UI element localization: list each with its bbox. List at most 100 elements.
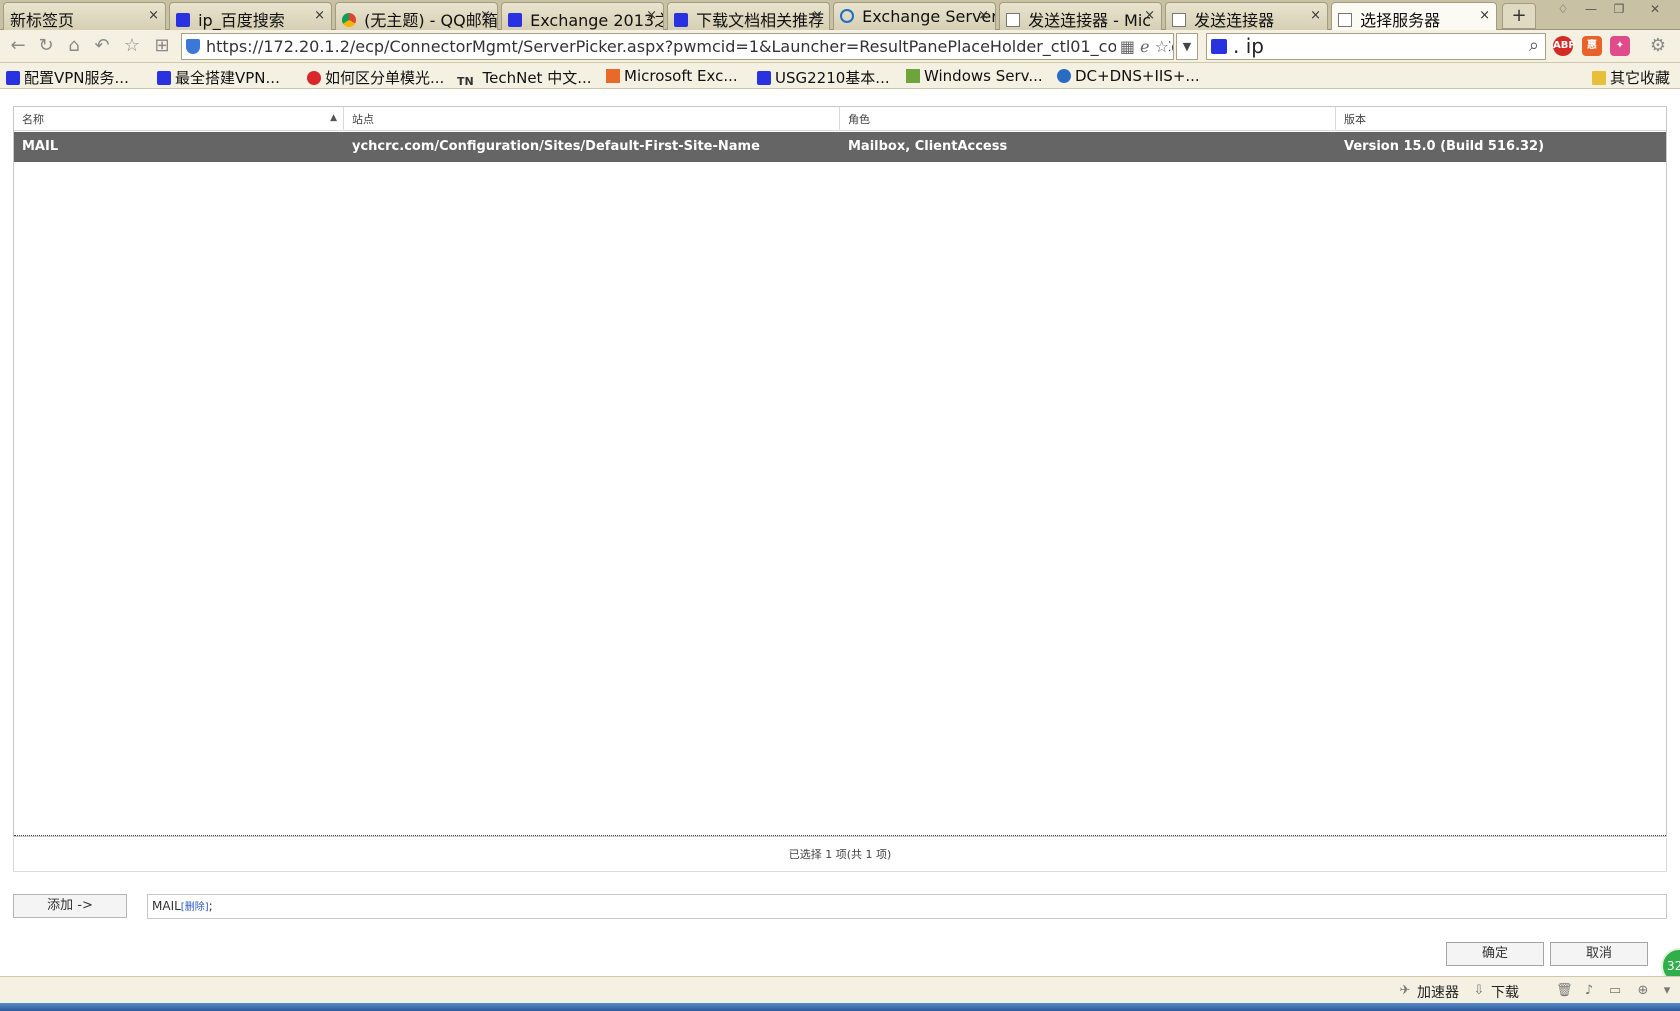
tab-close-icon[interactable]: × xyxy=(1479,8,1490,23)
column-header-version[interactable]: 版本 xyxy=(1336,107,1666,131)
home-icon[interactable]: ⌂ xyxy=(62,35,86,57)
tab-send-connector-mic[interactable]: 发送连接器 - Mic × xyxy=(999,2,1162,30)
bookmark-star-icon[interactable]: ☆ xyxy=(1155,37,1169,56)
ie-mode-icon[interactable]: ℯ xyxy=(1140,37,1149,56)
folder-icon xyxy=(1592,71,1606,85)
column-header-label: 角色 xyxy=(848,113,870,126)
bookmark-item[interactable]: TN TechNet 中文... xyxy=(457,67,592,89)
remove-link[interactable]: [删除] xyxy=(181,902,209,913)
adblock-icon[interactable]: ABP xyxy=(1553,36,1576,56)
tab-label: (无主题) - QQ邮箱 xyxy=(364,11,498,30)
grid-bottom-border xyxy=(14,835,1666,836)
tab-close-icon[interactable]: × xyxy=(646,8,657,23)
tab-qq-mail[interactable]: (无主题) - QQ邮箱 × xyxy=(335,2,498,30)
tab-label: 选择服务器 xyxy=(1360,11,1441,30)
tab-select-server[interactable]: 选择服务器 × xyxy=(1331,2,1497,31)
ok-button[interactable]: 确定 xyxy=(1446,942,1544,966)
windows-site-icon xyxy=(906,69,920,83)
minimize-icon[interactable]: — xyxy=(1580,2,1602,18)
tab-exchange-server[interactable]: Exchange Server × xyxy=(833,2,996,30)
bookmarks-bar: 配置VPN服务... 最全搭建VPN... 如何区分单模光... TN Tech… xyxy=(0,63,1680,89)
sort-ascending-icon: ▲ xyxy=(330,113,337,123)
favorite-star-icon[interactable]: ☆ xyxy=(120,35,144,57)
selected-servers-field[interactable]: MAIL[删除]; xyxy=(147,894,1667,919)
bookmark-item[interactable]: 最全搭建VPN... xyxy=(157,67,280,88)
doc-icon xyxy=(1006,13,1020,27)
download-button[interactable]: 下载 xyxy=(1491,982,1519,1002)
tab-close-icon[interactable]: × xyxy=(480,8,491,23)
apps-grid-icon[interactable]: ⊞ xyxy=(150,35,174,57)
chrome-icon xyxy=(342,13,356,27)
tab-exchange-2013[interactable]: Exchange 2013之 × xyxy=(501,2,664,30)
bookmark-item[interactable]: 配置VPN服务... xyxy=(6,67,129,88)
qr-code-icon[interactable]: ▦ xyxy=(1120,37,1135,56)
close-window-icon[interactable]: ✕ xyxy=(1644,2,1666,18)
cell-name: MAIL xyxy=(22,139,59,154)
separator: ; xyxy=(208,899,213,913)
bookmark-label: 配置VPN服务... xyxy=(24,69,129,87)
maximize-icon[interactable]: ❐ xyxy=(1608,2,1630,18)
volume-icon[interactable]: ♪ xyxy=(1582,984,1596,998)
bookmark-label: USG2210基本... xyxy=(775,69,890,87)
grid-header: 名称 ▲ 站点 角色 版本 xyxy=(14,107,1666,131)
navigation-bar: ← ↻ ⌂ ↶ ☆ ⊞ https://172.20.1.2/ecp/Conne… xyxy=(0,30,1680,63)
tab-close-icon[interactable]: × xyxy=(148,8,159,23)
back-icon[interactable]: ← xyxy=(6,35,30,57)
tab-label: 发送连接器 - Mic xyxy=(1028,11,1152,30)
column-header-site[interactable]: 站点 xyxy=(344,107,840,131)
bookmark-item[interactable]: DC+DNS+IIS+... xyxy=(1057,67,1200,85)
bookmark-item[interactable]: Microsoft Exc... xyxy=(606,67,738,85)
baidu-paw-icon xyxy=(757,71,771,85)
tab-close-icon[interactable]: × xyxy=(314,8,325,23)
baidu-search-icon xyxy=(1211,39,1227,54)
tab-close-icon[interactable]: × xyxy=(812,8,823,23)
refresh-icon[interactable]: ↻ xyxy=(34,35,58,57)
address-bar[interactable]: https://172.20.1.2/ecp/ConnectorMgmt/Ser… xyxy=(181,33,1174,60)
column-header-label: 版本 xyxy=(1344,113,1366,126)
os-taskbar xyxy=(0,1003,1680,1011)
table-row[interactable]: MAIL ychcrc.com/Configuration/Sites/Defa… xyxy=(14,132,1666,162)
download-icon: ⇩ xyxy=(1473,983,1485,998)
bookmark-item[interactable]: Windows Serv... xyxy=(906,67,1043,85)
bookmark-label: 如何区分单模光... xyxy=(325,69,445,87)
security-shield-icon xyxy=(186,39,200,54)
trash-icon[interactable]: 🗑 xyxy=(1556,984,1573,998)
zoom-icon[interactable]: ⊕ xyxy=(1636,984,1650,998)
new-tab-button[interactable]: + xyxy=(1502,3,1536,29)
search-box[interactable]: . ip ⌕ xyxy=(1206,33,1546,60)
tab-new-tab[interactable]: 新标签页 × xyxy=(3,2,166,30)
tab-baidu-search[interactable]: ip_百度搜索 × xyxy=(169,2,332,30)
accelerator-button[interactable]: 加速器 xyxy=(1417,982,1459,1002)
other-bookmarks-folder[interactable]: 其它收藏 xyxy=(1592,67,1670,88)
tab-send-connector[interactable]: 发送连接器 × xyxy=(1165,2,1328,30)
extension-pink-icon[interactable]: ✦ xyxy=(1610,36,1630,56)
tab-label: Exchange 2013之 xyxy=(530,11,664,30)
skin-icon[interactable]: ♢ xyxy=(1552,2,1574,18)
add-button[interactable]: 添加 -> xyxy=(13,894,127,918)
tab-close-icon[interactable]: × xyxy=(1310,8,1321,23)
tab-label: ip_百度搜索 xyxy=(198,11,285,30)
search-icon[interactable]: ⌕ xyxy=(1529,33,1539,58)
zoom-dropdown-icon[interactable]: ▾ xyxy=(1660,984,1674,998)
baidu-paw-icon xyxy=(6,71,20,85)
cancel-button[interactable]: 取消 xyxy=(1550,942,1648,966)
address-tools: ▦ ℯ ☆ xyxy=(1115,34,1169,59)
tab-close-icon[interactable]: × xyxy=(978,8,989,23)
bookmark-item[interactable]: USG2210基本... xyxy=(757,67,890,88)
screen-icon[interactable]: ▭ xyxy=(1608,984,1622,998)
address-dropdown-icon[interactable]: ▼ xyxy=(1176,33,1198,60)
tab-download-docs[interactable]: 下载文档相关推荐 × xyxy=(667,2,830,30)
bookmark-item[interactable]: 如何区分单模光... xyxy=(307,67,444,88)
column-header-role[interactable]: 角色 xyxy=(840,107,1336,131)
extension-orange-icon[interactable]: 惠 xyxy=(1582,36,1602,56)
tools-wrench-icon[interactable]: ⚙ xyxy=(1646,35,1670,57)
baidu-paw-icon xyxy=(508,13,522,27)
undo-close-icon[interactable]: ↶ xyxy=(90,35,114,57)
tab-close-icon[interactable]: × xyxy=(1144,8,1155,23)
selected-server-value: MAIL xyxy=(152,899,181,913)
bookmark-label: DC+DNS+IIS+... xyxy=(1075,67,1200,85)
blue-site-icon xyxy=(1057,69,1071,83)
technet-icon: TN xyxy=(457,75,474,88)
column-header-name[interactable]: 名称 ▲ xyxy=(14,107,344,131)
microsoft-site-icon xyxy=(606,69,620,83)
